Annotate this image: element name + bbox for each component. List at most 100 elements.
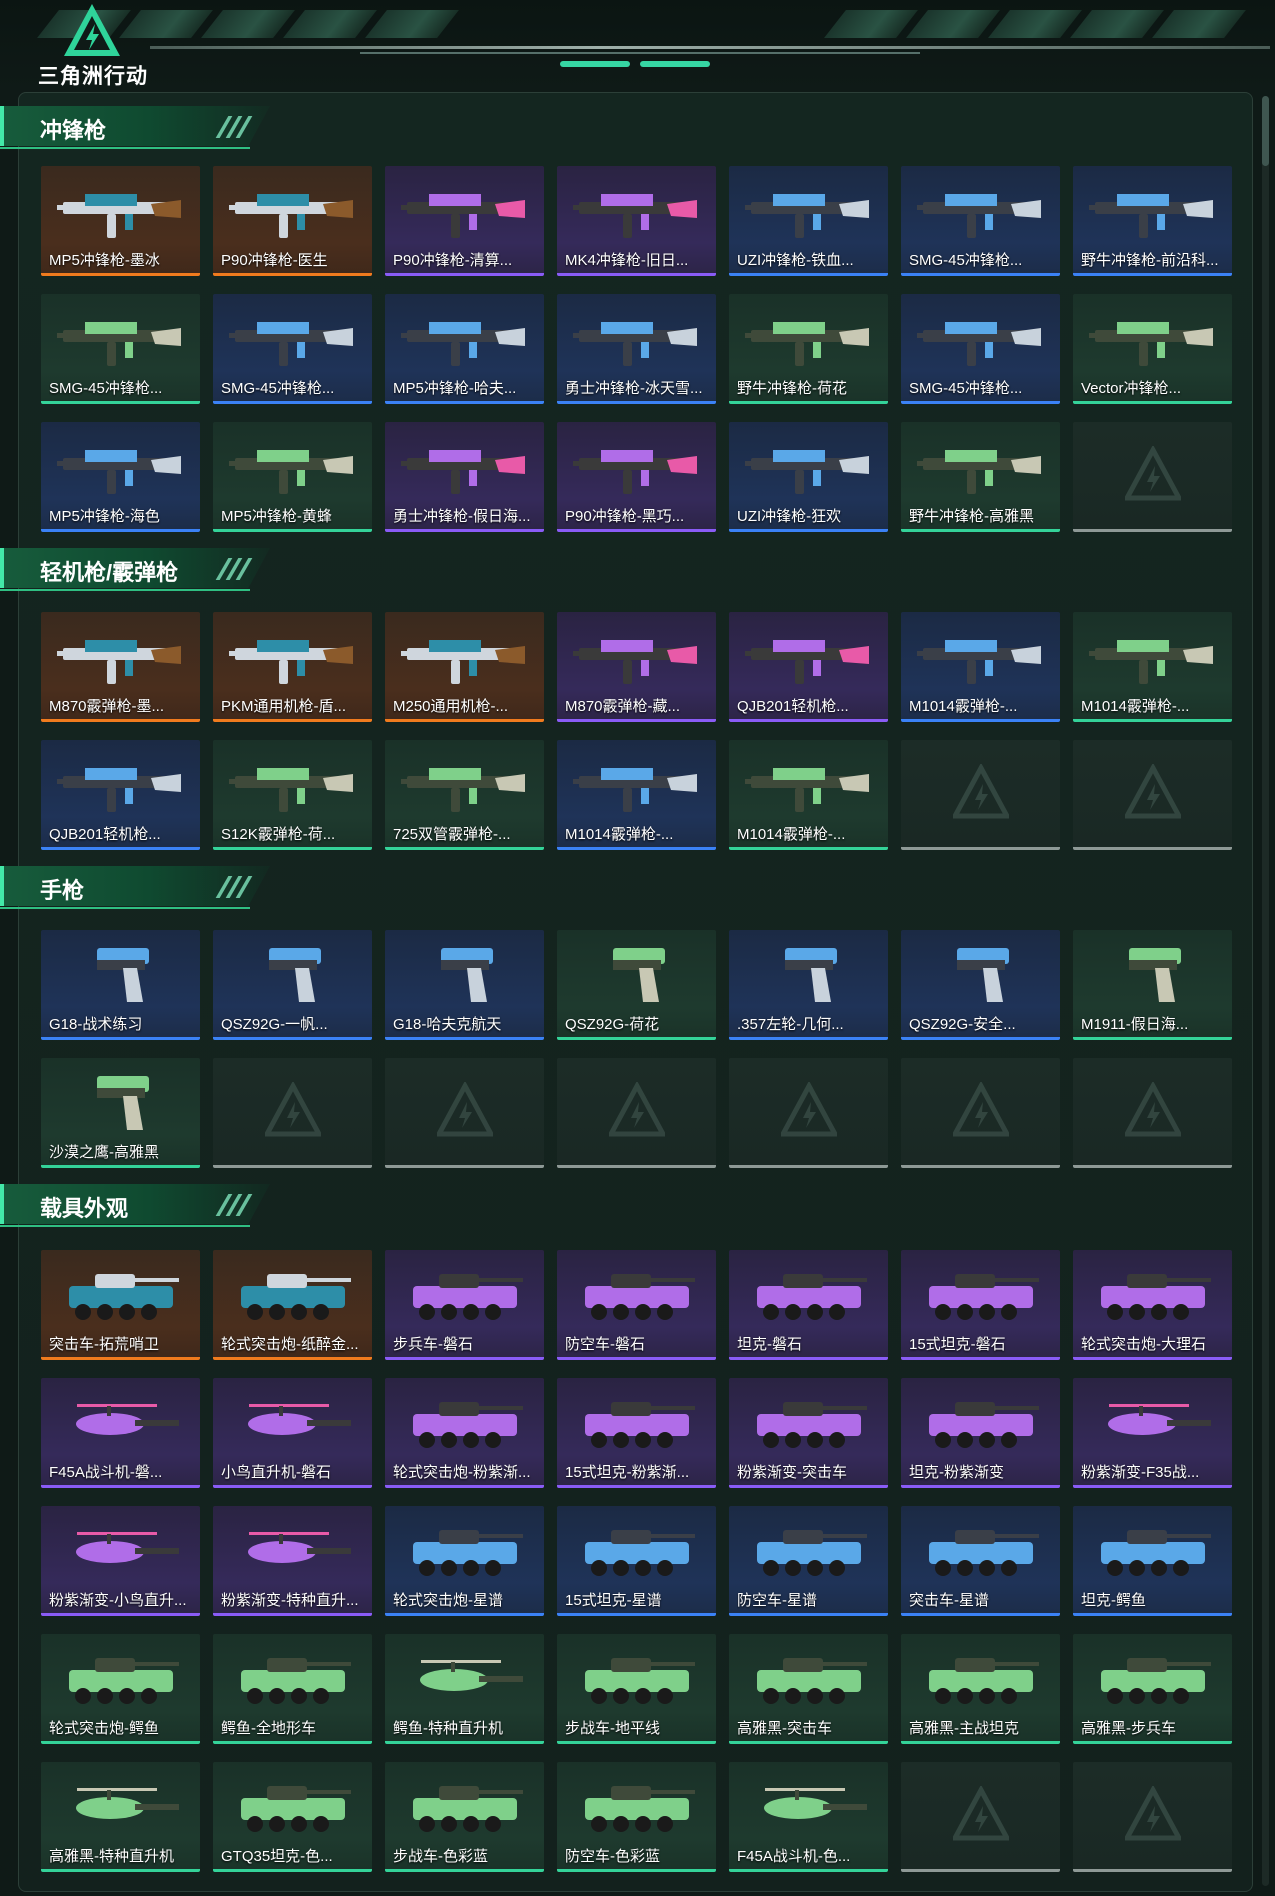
weapon-skin-card[interactable]: M1014霰弹枪-... xyxy=(729,740,888,850)
vehicle-skin-card[interactable]: 15式坦克-粉紫渐... xyxy=(557,1378,716,1488)
vehicle-skin-card[interactable]: 15式坦克-星谱 xyxy=(557,1506,716,1616)
weapon-skin-card[interactable]: QSZ92G-安全... xyxy=(901,930,1060,1040)
vehicle-skin-card[interactable]: 步战车-色彩蓝 xyxy=(385,1762,544,1872)
vehicle-skin-card[interactable]: 防空车-磐石 xyxy=(557,1250,716,1360)
weapon-skin-card[interactable]: P90冲锋枪-黑巧... xyxy=(557,422,716,532)
rarity-strip xyxy=(1073,847,1232,850)
weapon-skin-card[interactable]: MK4冲锋枪-旧日... xyxy=(557,166,716,276)
scrollbar-track[interactable] xyxy=(1262,96,1269,1886)
rarity-strip xyxy=(41,1165,200,1168)
weapon-image xyxy=(57,322,181,366)
skin-name: SMG-45冲锋枪... xyxy=(49,380,163,397)
vehicle-skin-card[interactable]: 小鸟直升机-磐石 xyxy=(213,1378,372,1488)
vehicle-skin-card[interactable]: F45A战斗机-磐... xyxy=(41,1378,200,1488)
weapon-skin-card[interactable]: M1014霰弹枪-... xyxy=(901,612,1060,722)
vehicle-skin-card[interactable]: 粉紫渐变-小鸟直升... xyxy=(41,1506,200,1616)
vehicle-skin-card[interactable]: 轮式突击炮-大理石 xyxy=(1073,1250,1232,1360)
vehicle-skin-card[interactable]: 高雅黑-主战坦克 xyxy=(901,1634,1060,1744)
weapon-skin-card[interactable]: MP5冲锋枪-海色 xyxy=(41,422,200,532)
weapon-skin-card[interactable]: M1014霰弹枪-... xyxy=(1073,612,1232,722)
weapon-skin-card[interactable]: SMG-45冲锋枪... xyxy=(213,294,372,404)
vehicle-skin-card[interactable]: 轮式突击炮-鳄鱼 xyxy=(41,1634,200,1744)
rarity-strip xyxy=(557,1741,716,1744)
rarity-strip xyxy=(213,273,372,276)
rarity-strip xyxy=(41,1357,200,1360)
vehicle-image xyxy=(76,1788,179,1819)
rarity-strip xyxy=(41,719,200,722)
rarity-strip xyxy=(385,1613,544,1616)
weapon-skin-card[interactable]: Vector冲锋枪... xyxy=(1073,294,1232,404)
rarity-strip xyxy=(1073,1741,1232,1744)
vehicle-skin-card[interactable]: 高雅黑-突击车 xyxy=(729,1634,888,1744)
weapon-skin-card[interactable]: QSZ92G-荷花 xyxy=(557,930,716,1040)
vehicle-skin-card[interactable]: 坦克-磐石 xyxy=(729,1250,888,1360)
vehicle-skin-card[interactable]: 突击车-拓荒哨卫 xyxy=(41,1250,200,1360)
weapon-skin-card[interactable]: 勇士冲锋枪-冰天雪... xyxy=(557,294,716,404)
weapon-skin-card[interactable]: SMG-45冲锋枪... xyxy=(901,294,1060,404)
weapon-skin-card[interactable]: 野牛冲锋枪-前沿科... xyxy=(1073,166,1232,276)
weapon-skin-card[interactable]: M870霰弹枪-墨... xyxy=(41,612,200,722)
rarity-strip xyxy=(385,1165,544,1168)
vehicle-image xyxy=(757,1402,867,1448)
weapon-skin-card[interactable]: 勇士冲锋枪-假日海... xyxy=(385,422,544,532)
vehicle-skin-card[interactable]: 粉紫渐变-突击车 xyxy=(729,1378,888,1488)
vehicle-skin-card[interactable]: 防空车-色彩蓝 xyxy=(557,1762,716,1872)
weapon-skin-card[interactable]: .357左轮-几何... xyxy=(729,930,888,1040)
vehicle-skin-card[interactable]: 粉紫渐变-F35战... xyxy=(1073,1378,1232,1488)
skin-name: 鳄鱼-特种直升机 xyxy=(393,1720,503,1737)
weapon-skin-card[interactable]: QSZ92G-一帆... xyxy=(213,930,372,1040)
vehicle-skin-card[interactable]: 高雅黑-步兵车 xyxy=(1073,1634,1232,1744)
vehicle-skin-card[interactable]: 轮式突击炮-粉紫渐... xyxy=(385,1378,544,1488)
rarity-strip xyxy=(385,1037,544,1040)
section-title: 轻机枪/霰弹枪 xyxy=(40,560,179,585)
weapon-skin-card[interactable]: M1014霰弹枪-... xyxy=(557,740,716,850)
weapon-skin-card[interactable]: MP5冲锋枪-墨冰 xyxy=(41,166,200,276)
scrollbar-thumb[interactable] xyxy=(1262,96,1269,166)
weapon-skin-card[interactable]: 725双管霰弹枪-... xyxy=(385,740,544,850)
weapon-image xyxy=(401,768,525,812)
vehicle-skin-card[interactable]: GTQ35坦克-色... xyxy=(213,1762,372,1872)
weapon-skin-card[interactable]: 野牛冲锋枪-荷花 xyxy=(729,294,888,404)
skin-name: SMG-45冲锋枪... xyxy=(909,380,1023,397)
vehicle-skin-card[interactable]: 防空车-星谱 xyxy=(729,1506,888,1616)
rarity-strip xyxy=(557,847,716,850)
weapon-skin-card[interactable]: M870霰弹枪-藏... xyxy=(557,612,716,722)
weapon-skin-card[interactable]: UZI冲锋枪-铁血... xyxy=(729,166,888,276)
vehicle-skin-card[interactable]: 鳄鱼-特种直升机 xyxy=(385,1634,544,1744)
rarity-strip xyxy=(213,1613,372,1616)
weapon-skin-card[interactable]: 野牛冲锋枪-高雅黑 xyxy=(901,422,1060,532)
vehicle-skin-card[interactable]: 15式坦克-磐石 xyxy=(901,1250,1060,1360)
weapon-skin-card[interactable]: SMG-45冲锋枪... xyxy=(901,166,1060,276)
weapon-skin-card[interactable]: MP5冲锋枪-哈夫... xyxy=(385,294,544,404)
skin-name: 小鸟直升机-磐石 xyxy=(221,1464,331,1481)
weapon-skin-card[interactable]: G18-战术练习 xyxy=(41,930,200,1040)
weapon-skin-card[interactable]: MP5冲锋枪-黄蜂 xyxy=(213,422,372,532)
rarity-strip xyxy=(901,1165,1060,1168)
vehicle-skin-card[interactable]: 轮式突击炮-星谱 xyxy=(385,1506,544,1616)
skin-name: M1014霰弹枪-... xyxy=(909,698,1018,715)
weapon-image xyxy=(1089,194,1213,238)
vehicle-skin-card[interactable]: 突击车-星谱 xyxy=(901,1506,1060,1616)
weapon-skin-card[interactable]: SMG-45冲锋枪... xyxy=(41,294,200,404)
vehicle-skin-card[interactable]: 粉紫渐变-特种直升... xyxy=(213,1506,372,1616)
vehicle-skin-card[interactable]: 步兵车-磐石 xyxy=(385,1250,544,1360)
weapon-skin-card[interactable]: P90冲锋枪-医生 xyxy=(213,166,372,276)
vehicle-skin-card[interactable]: 坦克-鳄鱼 xyxy=(1073,1506,1232,1616)
weapon-skin-card[interactable]: QJB201轻机枪... xyxy=(729,612,888,722)
skin-name: 步战车-色彩蓝 xyxy=(393,1848,488,1865)
weapon-skin-card[interactable]: S12K霰弹枪-荷... xyxy=(213,740,372,850)
weapon-skin-card[interactable]: QJB201轻机枪... xyxy=(41,740,200,850)
weapon-skin-card[interactable]: PKM通用机枪-盾... xyxy=(213,612,372,722)
vehicle-skin-card[interactable]: 轮式突击炮-纸醉金... xyxy=(213,1250,372,1360)
weapon-skin-card[interactable]: P90冲锋枪-清算... xyxy=(385,166,544,276)
vehicle-skin-card[interactable]: 坦克-粉紫渐变 xyxy=(901,1378,1060,1488)
weapon-skin-card[interactable]: M250通用机枪-... xyxy=(385,612,544,722)
vehicle-skin-card[interactable]: 高雅黑-特种直升机 xyxy=(41,1762,200,1872)
vehicle-skin-card[interactable]: F45A战斗机-色... xyxy=(729,1762,888,1872)
weapon-skin-card[interactable]: G18-哈夫克航天 xyxy=(385,930,544,1040)
vehicle-skin-card[interactable]: 步战车-地平线 xyxy=(557,1634,716,1744)
weapon-skin-card[interactable]: 沙漠之鹰-高雅黑 xyxy=(41,1058,200,1168)
vehicle-skin-card[interactable]: 鳄鱼-全地形车 xyxy=(213,1634,372,1744)
weapon-skin-card[interactable]: M1911-假日海... xyxy=(1073,930,1232,1040)
weapon-skin-card[interactable]: UZI冲锋枪-狂欢 xyxy=(729,422,888,532)
